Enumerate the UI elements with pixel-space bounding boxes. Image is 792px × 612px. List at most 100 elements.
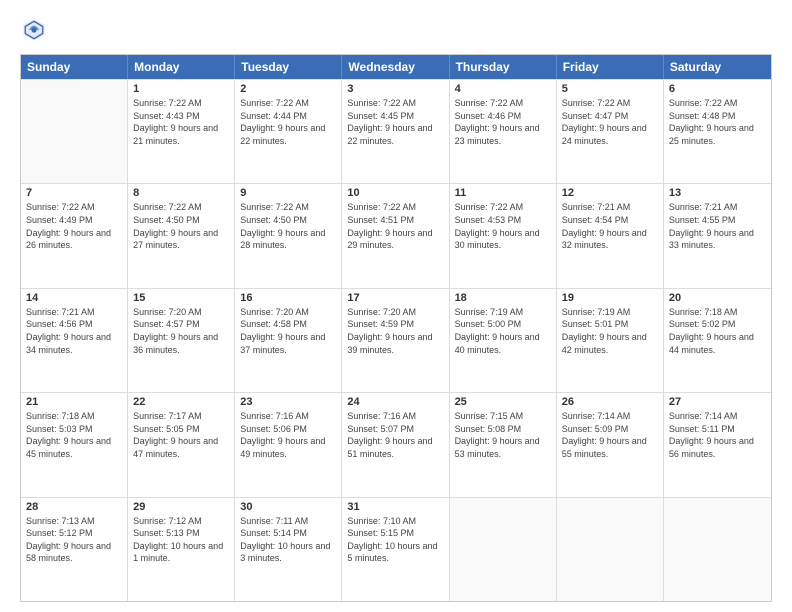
day-number: 14: [26, 292, 122, 304]
day-number: 6: [669, 83, 766, 95]
day-number: 8: [133, 187, 229, 199]
day-info: Sunrise: 7:22 AM Sunset: 4:48 PM Dayligh…: [669, 97, 766, 147]
day-info: Sunrise: 7:18 AM Sunset: 5:03 PM Dayligh…: [26, 410, 122, 460]
day-info: Sunrise: 7:20 AM Sunset: 4:58 PM Dayligh…: [240, 306, 336, 356]
day-number: 31: [347, 501, 443, 513]
day-number: 15: [133, 292, 229, 304]
day-cell-30: 30 Sunrise: 7:11 AM Sunset: 5:14 PM Dayli…: [235, 498, 342, 601]
header-day-wednesday: Wednesday: [342, 55, 449, 79]
day-number: 5: [562, 83, 658, 95]
calendar-row-1: 1 Sunrise: 7:22 AM Sunset: 4:43 PM Daylig…: [21, 79, 771, 183]
day-info: Sunrise: 7:17 AM Sunset: 5:05 PM Dayligh…: [133, 410, 229, 460]
day-cell-26: 26 Sunrise: 7:14 AM Sunset: 5:09 PM Dayli…: [557, 393, 664, 496]
header-day-monday: Monday: [128, 55, 235, 79]
calendar-body: 1 Sunrise: 7:22 AM Sunset: 4:43 PM Daylig…: [21, 79, 771, 601]
header-day-sunday: Sunday: [21, 55, 128, 79]
day-cell-8: 8 Sunrise: 7:22 AM Sunset: 4:50 PM Daylig…: [128, 184, 235, 287]
day-info: Sunrise: 7:16 AM Sunset: 5:07 PM Dayligh…: [347, 410, 443, 460]
day-number: 21: [26, 396, 122, 408]
day-info: Sunrise: 7:20 AM Sunset: 4:59 PM Dayligh…: [347, 306, 443, 356]
day-number: 12: [562, 187, 658, 199]
day-info: Sunrise: 7:11 AM Sunset: 5:14 PM Dayligh…: [240, 515, 336, 565]
day-number: 23: [240, 396, 336, 408]
day-info: Sunrise: 7:22 AM Sunset: 4:46 PM Dayligh…: [455, 97, 551, 147]
day-info: Sunrise: 7:21 AM Sunset: 4:56 PM Dayligh…: [26, 306, 122, 356]
day-number: 10: [347, 187, 443, 199]
day-cell-5: 5 Sunrise: 7:22 AM Sunset: 4:47 PM Daylig…: [557, 80, 664, 183]
calendar: SundayMondayTuesdayWednesdayThursdayFrid…: [20, 54, 772, 602]
day-info: Sunrise: 7:22 AM Sunset: 4:50 PM Dayligh…: [133, 201, 229, 251]
day-number: 29: [133, 501, 229, 513]
header-day-saturday: Saturday: [664, 55, 771, 79]
header-day-tuesday: Tuesday: [235, 55, 342, 79]
day-number: 28: [26, 501, 122, 513]
calendar-header: SundayMondayTuesdayWednesdayThursdayFrid…: [21, 55, 771, 79]
day-info: Sunrise: 7:10 AM Sunset: 5:15 PM Dayligh…: [347, 515, 443, 565]
logo: [20, 16, 52, 44]
day-cell-12: 12 Sunrise: 7:21 AM Sunset: 4:54 PM Dayli…: [557, 184, 664, 287]
day-info: Sunrise: 7:15 AM Sunset: 5:08 PM Dayligh…: [455, 410, 551, 460]
day-info: Sunrise: 7:13 AM Sunset: 5:12 PM Dayligh…: [26, 515, 122, 565]
day-info: Sunrise: 7:22 AM Sunset: 4:43 PM Dayligh…: [133, 97, 229, 147]
day-number: 11: [455, 187, 551, 199]
day-cell-4: 4 Sunrise: 7:22 AM Sunset: 4:46 PM Daylig…: [450, 80, 557, 183]
day-number: 4: [455, 83, 551, 95]
day-info: Sunrise: 7:21 AM Sunset: 4:55 PM Dayligh…: [669, 201, 766, 251]
logo-icon: [20, 16, 48, 44]
day-info: Sunrise: 7:16 AM Sunset: 5:06 PM Dayligh…: [240, 410, 336, 460]
day-number: 18: [455, 292, 551, 304]
day-cell-2: 2Sunrise: 7:22 AM Sunset: 4:44 PM Daylig…: [235, 80, 342, 183]
day-number: 19: [562, 292, 658, 304]
day-number: 25: [455, 396, 551, 408]
day-number: 9: [240, 187, 336, 199]
day-cell-28: 28 Sunrise: 7:13 AM Sunset: 5:12 PM Dayli…: [21, 498, 128, 601]
day-number: 26: [562, 396, 658, 408]
day-cell-25: 25 Sunrise: 7:15 AM Sunset: 5:08 PM Dayli…: [450, 393, 557, 496]
day-number: 20: [669, 292, 766, 304]
day-number: 7: [26, 187, 122, 199]
day-cell-1: 1 Sunrise: 7:22 AM Sunset: 4:43 PM Daylig…: [128, 80, 235, 183]
day-number: 30: [240, 501, 336, 513]
day-info: Sunrise: 7:22 AM Sunset: 4:51 PM Dayligh…: [347, 201, 443, 251]
day-info: Sunrise: 7:22 AM Sunset: 4:44 PM Dayligh…: [240, 97, 336, 147]
day-number: 22: [133, 396, 229, 408]
day-info: Sunrise: 7:18 AM Sunset: 5:02 PM Dayligh…: [669, 306, 766, 356]
day-number: 1: [133, 83, 229, 95]
day-cell-14: 14 Sunrise: 7:21 AM Sunset: 4:56 PM Dayli…: [21, 289, 128, 392]
day-cell-empty: [21, 80, 128, 183]
day-cell-29: 29 Sunrise: 7:12 AM Sunset: 5:13 PM Dayli…: [128, 498, 235, 601]
day-info: Sunrise: 7:22 AM Sunset: 4:49 PM Dayligh…: [26, 201, 122, 251]
day-cell-13: 13 Sunrise: 7:21 AM Sunset: 4:55 PM Dayli…: [664, 184, 771, 287]
page: SundayMondayTuesdayWednesdayThursdayFrid…: [0, 0, 792, 612]
day-info: Sunrise: 7:12 AM Sunset: 5:13 PM Dayligh…: [133, 515, 229, 565]
day-cell-31: 31 Sunrise: 7:10 AM Sunset: 5:15 PM Dayli…: [342, 498, 449, 601]
day-info: Sunrise: 7:20 AM Sunset: 4:57 PM Dayligh…: [133, 306, 229, 356]
day-cell-21: 21 Sunrise: 7:18 AM Sunset: 5:03 PM Dayli…: [21, 393, 128, 496]
day-cell-empty: [450, 498, 557, 601]
day-cell-20: 20 Sunrise: 7:18 AM Sunset: 5:02 PM Dayli…: [664, 289, 771, 392]
day-info: Sunrise: 7:22 AM Sunset: 4:47 PM Dayligh…: [562, 97, 658, 147]
day-info: Sunrise: 7:14 AM Sunset: 5:11 PM Dayligh…: [669, 410, 766, 460]
day-cell-9: 9Sunrise: 7:22 AM Sunset: 4:50 PM Daylig…: [235, 184, 342, 287]
day-info: Sunrise: 7:21 AM Sunset: 4:54 PM Dayligh…: [562, 201, 658, 251]
day-cell-23: 23 Sunrise: 7:16 AM Sunset: 5:06 PM Dayli…: [235, 393, 342, 496]
day-cell-16: 16 Sunrise: 7:20 AM Sunset: 4:58 PM Dayli…: [235, 289, 342, 392]
day-number: 24: [347, 396, 443, 408]
calendar-row-2: 7 Sunrise: 7:22 AM Sunset: 4:49 PM Daylig…: [21, 183, 771, 287]
day-number: 13: [669, 187, 766, 199]
header-day-thursday: Thursday: [450, 55, 557, 79]
day-info: Sunrise: 7:19 AM Sunset: 5:00 PM Dayligh…: [455, 306, 551, 356]
day-cell-19: 19Sunrise: 7:19 AM Sunset: 5:01 PM Dayli…: [557, 289, 664, 392]
day-cell-27: 27 Sunrise: 7:14 AM Sunset: 5:11 PM Dayli…: [664, 393, 771, 496]
day-cell-11: 11Sunrise: 7:22 AM Sunset: 4:53 PM Dayli…: [450, 184, 557, 287]
day-cell-15: 15 Sunrise: 7:20 AM Sunset: 4:57 PM Dayli…: [128, 289, 235, 392]
day-cell-22: 22 Sunrise: 7:17 AM Sunset: 5:05 PM Dayli…: [128, 393, 235, 496]
day-cell-6: 6 Sunrise: 7:22 AM Sunset: 4:48 PM Daylig…: [664, 80, 771, 183]
day-number: 27: [669, 396, 766, 408]
day-cell-24: 24 Sunrise: 7:16 AM Sunset: 5:07 PM Dayli…: [342, 393, 449, 496]
day-cell-3: 3Sunrise: 7:22 AM Sunset: 4:45 PM Daylig…: [342, 80, 449, 183]
day-info: Sunrise: 7:14 AM Sunset: 5:09 PM Dayligh…: [562, 410, 658, 460]
day-cell-17: 17Sunrise: 7:20 AM Sunset: 4:59 PM Dayli…: [342, 289, 449, 392]
day-number: 16: [240, 292, 336, 304]
header: [20, 16, 772, 44]
